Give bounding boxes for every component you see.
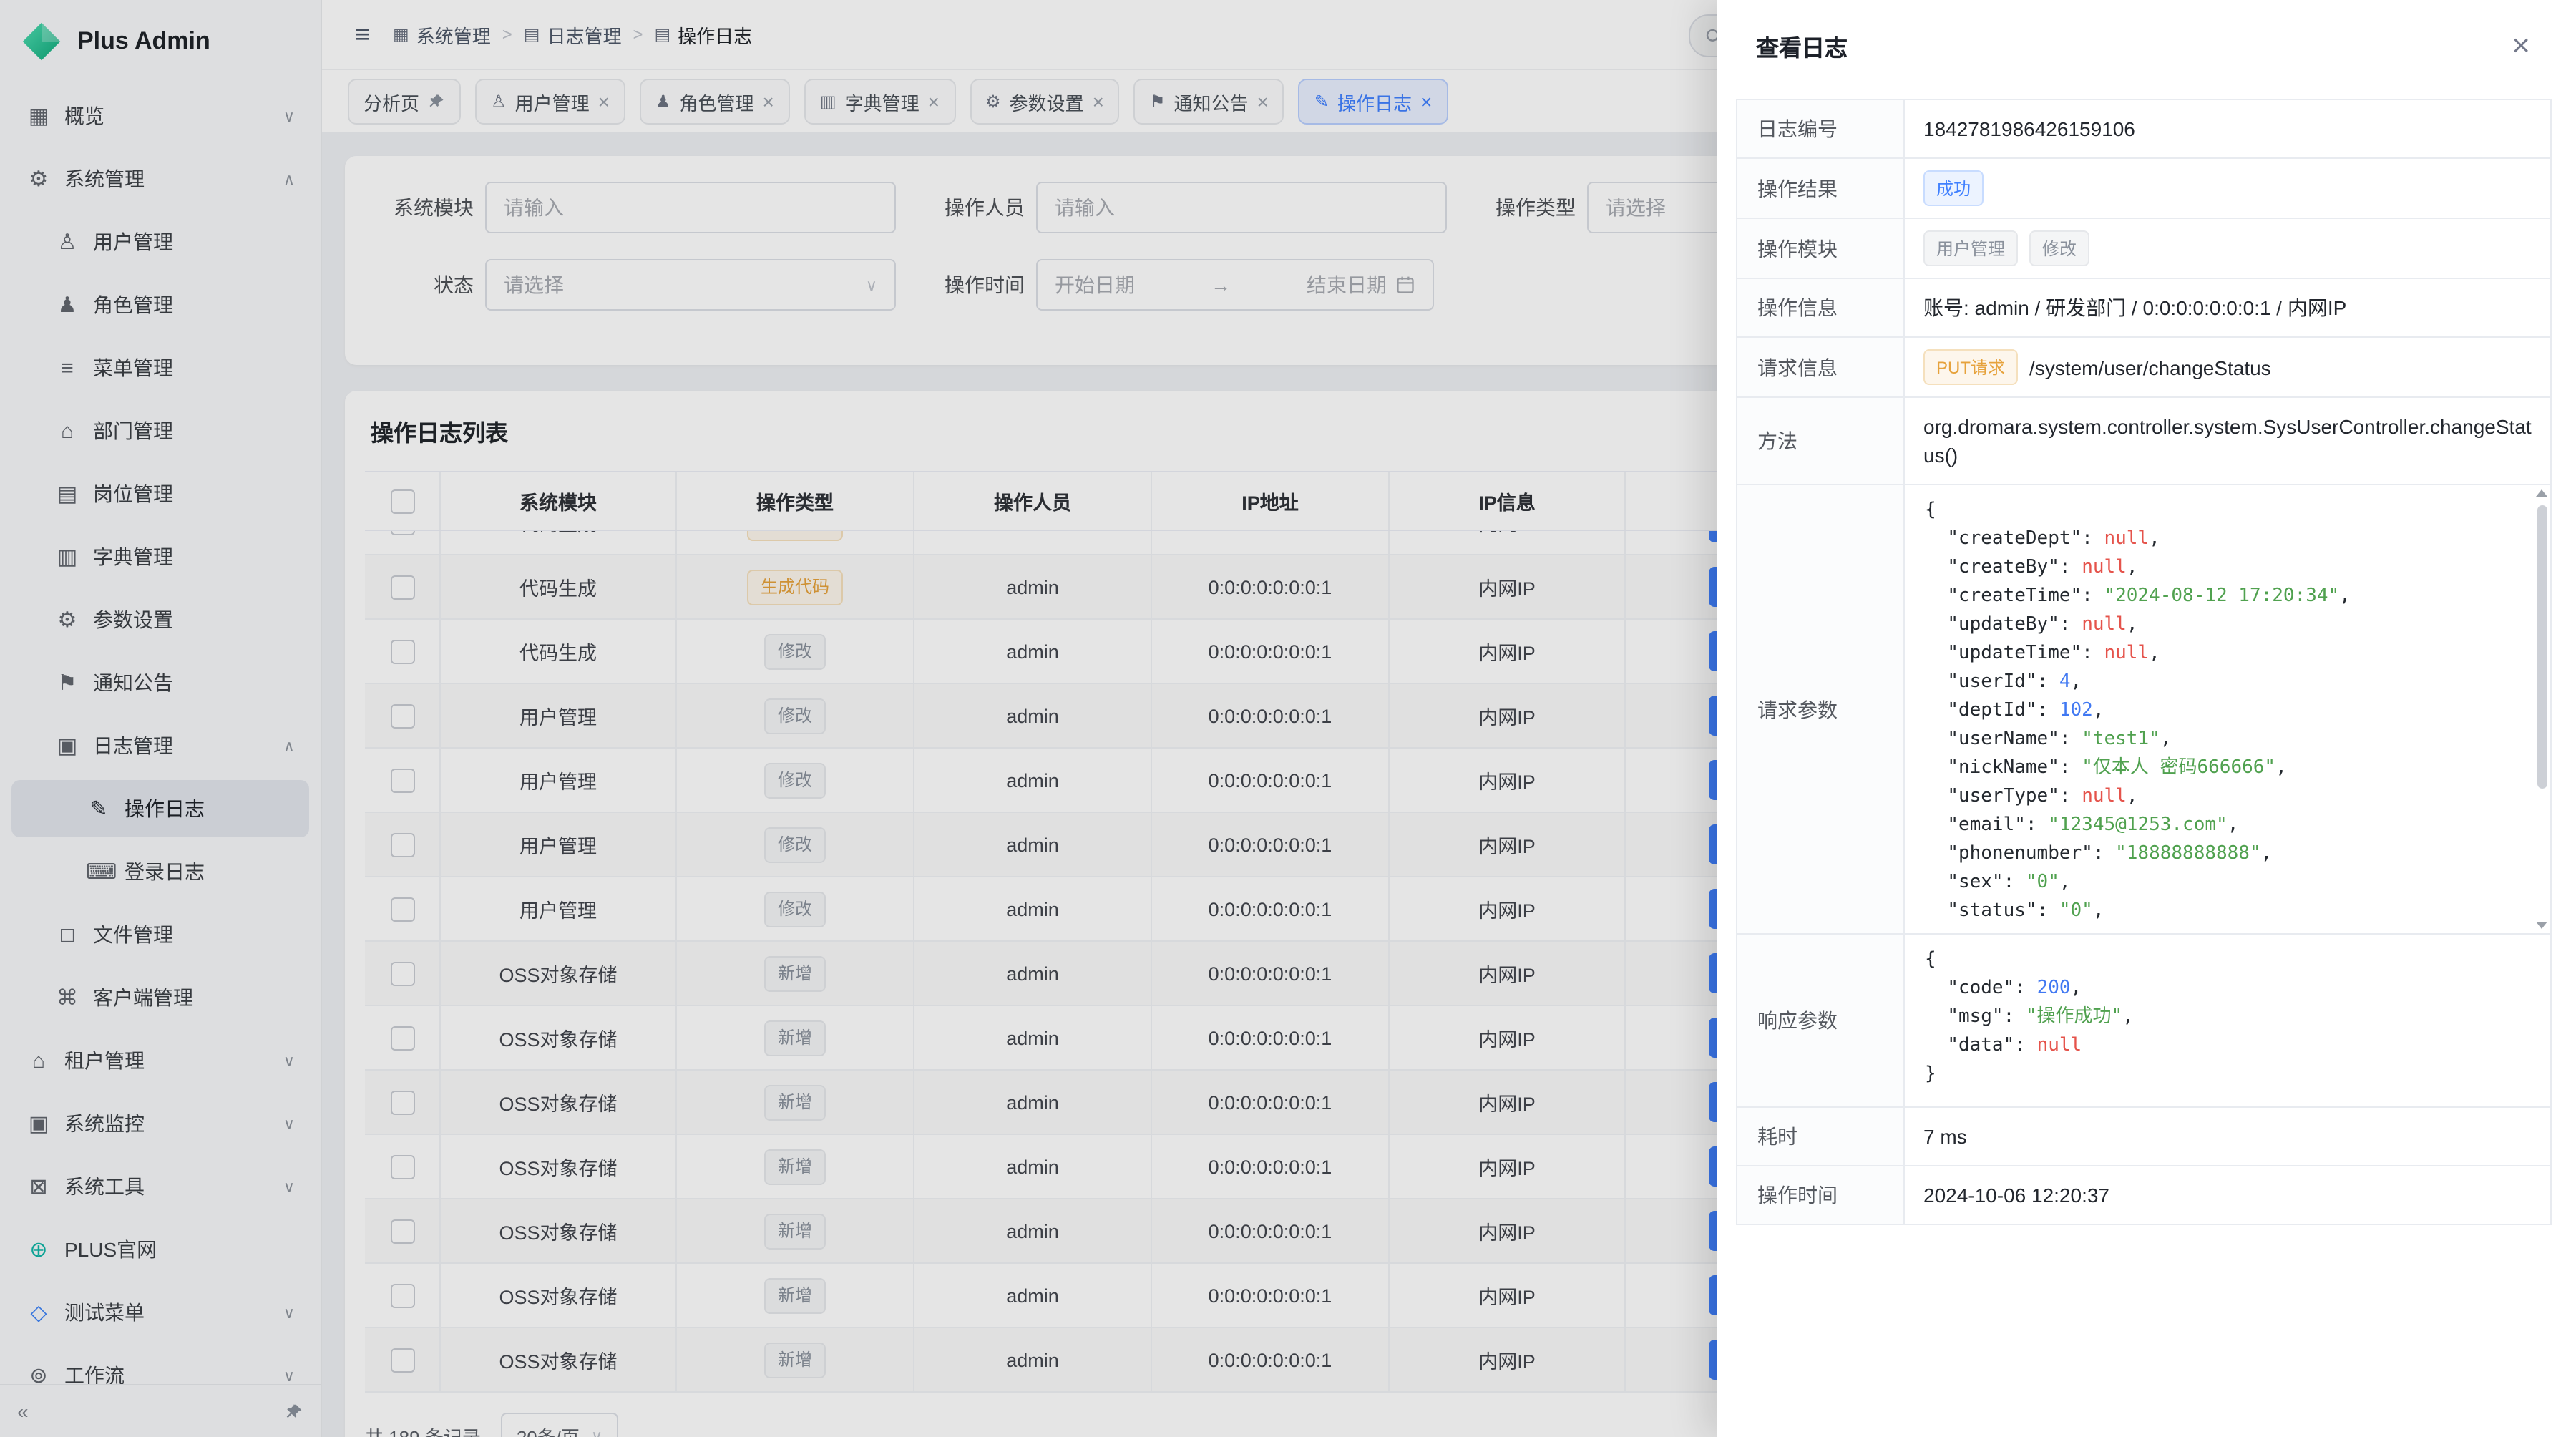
response-params-label: 响应参数 bbox=[1737, 935, 1905, 1106]
module-label: 操作模块 bbox=[1737, 219, 1905, 278]
method-row: 方法 org.dromara.system.controller.system.… bbox=[1737, 398, 2550, 485]
module-tag: 用户管理 bbox=[1923, 230, 2018, 266]
log-id-row: 日志编号 1842781986426159106 bbox=[1737, 100, 2550, 159]
request-method-tag: PUT请求 bbox=[1923, 349, 2018, 385]
request-url: /system/user/changeStatus bbox=[2029, 353, 2271, 381]
method-value: org.dromara.system.controller.system.Sys… bbox=[1905, 398, 2550, 484]
result-label: 操作结果 bbox=[1737, 159, 1905, 218]
response-params-value: { "code": 200, "msg": "操作成功", "data": nu… bbox=[1905, 935, 2550, 1106]
response-params-row: 响应参数 { "code": 200, "msg": "操作成功", "data… bbox=[1737, 935, 2550, 1108]
drawer-title: 查看日志 bbox=[1756, 29, 1848, 63]
result-row: 操作结果 成功 bbox=[1737, 159, 2550, 219]
module-row: 操作模块 用户管理 修改 bbox=[1737, 219, 2550, 279]
drawer-header: 查看日志 × bbox=[1717, 0, 2576, 92]
method-label: 方法 bbox=[1737, 398, 1905, 484]
scrollbar-down-icon[interactable] bbox=[2536, 922, 2547, 929]
scrollbar-up-icon[interactable] bbox=[2536, 489, 2547, 497]
result-tag: 成功 bbox=[1923, 170, 1984, 206]
request-params-code: { "createDept": null, "createBy": null, … bbox=[1905, 485, 2550, 933]
log-details: 日志编号 1842781986426159106 操作结果 成功 操作模块 用户… bbox=[1736, 99, 2552, 1225]
request-row: 请求信息 PUT请求 /system/user/changeStatus bbox=[1737, 338, 2550, 398]
time-label: 操作时间 bbox=[1737, 1166, 1905, 1224]
scrollbar-thumb[interactable] bbox=[2537, 505, 2547, 789]
time-row: 操作时间 2024-10-06 12:20:37 bbox=[1737, 1166, 2550, 1225]
info-value: 账号: admin / 研发部门 / 0:0:0:0:0:0:0:1 / 内网I… bbox=[1905, 279, 2550, 336]
duration-value: 7 ms bbox=[1905, 1108, 2550, 1165]
view-log-drawer: 查看日志 × 日志编号 1842781986426159106 操作结果 成功 … bbox=[1717, 0, 2576, 1437]
request-params-row: 请求参数 { "createDept": null, "createBy": n… bbox=[1737, 485, 2550, 935]
request-params-value: { "createDept": null, "createBy": null, … bbox=[1905, 485, 2550, 933]
request-label: 请求信息 bbox=[1737, 338, 1905, 396]
close-icon[interactable]: × bbox=[2512, 30, 2530, 62]
duration-label: 耗时 bbox=[1737, 1108, 1905, 1165]
log-id-value: 1842781986426159106 bbox=[1905, 100, 2550, 157]
app-window: Plus Admin ▦ 概览 ⚙ 系统管理 ♙ 用户管理 bbox=[0, 0, 2576, 1437]
log-id-label: 日志编号 bbox=[1737, 100, 1905, 157]
duration-row: 耗时 7 ms bbox=[1737, 1108, 2550, 1166]
request-params-label: 请求参数 bbox=[1737, 485, 1905, 933]
info-row: 操作信息 账号: admin / 研发部门 / 0:0:0:0:0:0:0:1 … bbox=[1737, 279, 2550, 338]
time-value: 2024-10-06 12:20:37 bbox=[1905, 1166, 2550, 1224]
operation-tag: 修改 bbox=[2029, 230, 2089, 266]
info-label: 操作信息 bbox=[1737, 279, 1905, 336]
response-params-code: { "code": 200, "msg": "操作成功", "data": nu… bbox=[1905, 935, 2550, 1101]
